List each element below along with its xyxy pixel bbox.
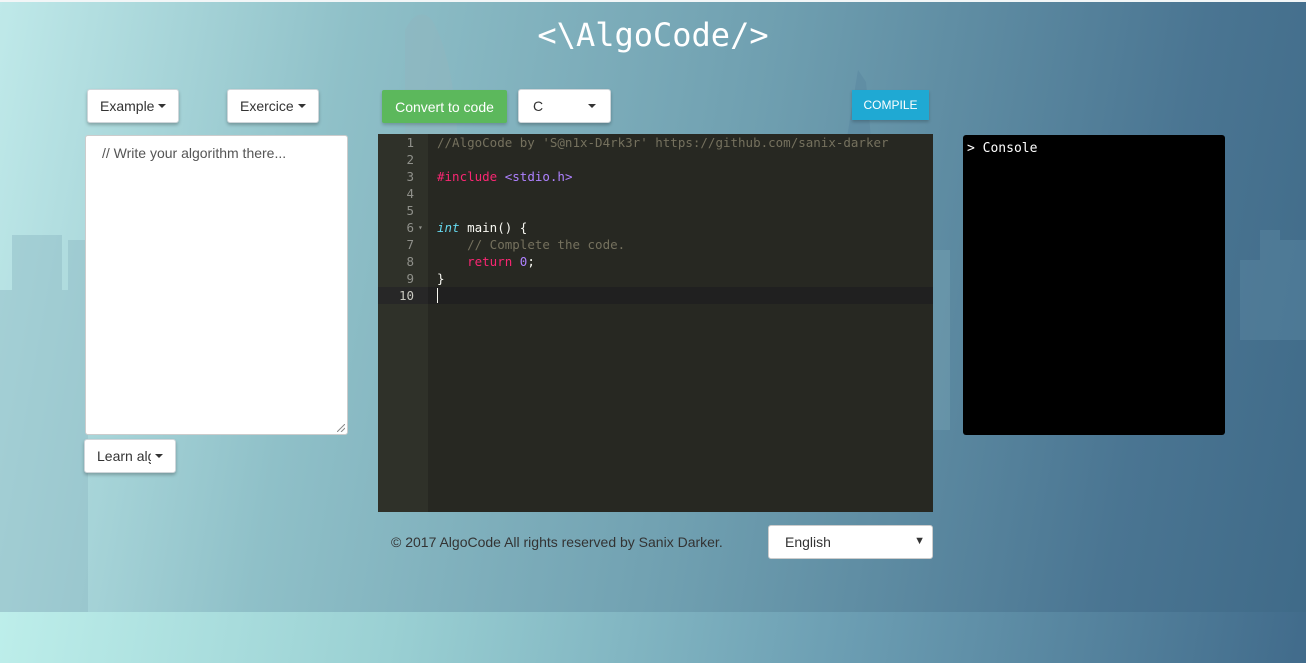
caret-down-icon <box>588 104 596 108</box>
line-number: 8 <box>406 254 414 269</box>
code-line-8: return 0; <box>437 253 535 270</box>
line-number: 7 <box>406 237 414 252</box>
code-line-6: int main() { <box>437 219 527 236</box>
copyright-text: © 2017 AlgoCode All rights reserved by S… <box>391 534 723 550</box>
select-arrow-icon: ▼ <box>914 535 925 547</box>
console-output: > Console <box>963 135 1225 435</box>
code-text: main() { <box>467 220 528 235</box>
line-number: 5 <box>406 203 414 218</box>
line-number: 1 <box>406 135 414 150</box>
code-line-9: } <box>437 270 445 287</box>
line-number: 9 <box>406 271 414 286</box>
line-number: 3 <box>406 169 414 184</box>
code-comment: //AlgoCode by 'S@n1x-D4rk3r' https://git… <box>437 135 889 150</box>
algorithm-textarea[interactable]: // Write your algorithm there... <box>85 135 348 435</box>
convert-to-code-button[interactable]: Convert to code <box>382 90 507 123</box>
learn-label: Learn algorithm <box>97 448 151 464</box>
language-select[interactable]: C <box>518 89 611 123</box>
code-text: ; <box>527 254 535 269</box>
resize-grip-icon[interactable] <box>337 424 345 432</box>
code-line-3: #include <stdio.h> <box>437 168 572 185</box>
exercice-label: Exercice <box>240 98 294 114</box>
ui-language-select[interactable]: English ▼ <box>768 525 933 559</box>
line-number: 2 <box>406 152 414 167</box>
code-library: <stdio.h> <box>504 169 573 184</box>
line-number: 4 <box>406 186 414 201</box>
code-type: int <box>437 220 460 235</box>
caret-down-icon <box>297 104 306 108</box>
algorithm-placeholder: // Write your algorithm there... <box>102 145 287 161</box>
active-line-highlight <box>378 287 933 304</box>
fold-arrow-icon[interactable]: ▾ <box>418 219 423 236</box>
code-directive: #include <box>437 169 498 184</box>
example-label: Example <box>100 98 155 114</box>
exercice-dropdown-button[interactable]: Exercice <box>227 89 319 123</box>
caret-down-icon <box>155 454 163 458</box>
compile-button[interactable]: COMPILE <box>852 90 929 120</box>
top-border <box>0 0 1306 2</box>
code-keyword: return <box>467 254 513 269</box>
code-comment: // Complete the code. <box>467 237 626 252</box>
language-selected-value: C <box>533 98 544 114</box>
ui-language-value: English <box>785 534 831 550</box>
caret-down-icon <box>158 104 167 108</box>
example-dropdown-button[interactable]: Example <box>87 89 179 123</box>
line-number: 10 <box>398 288 414 303</box>
code-text: } <box>437 271 445 286</box>
code-editor[interactable]: 1 2 3 4 5 6 ▾ 7 8 9 10 //AlgoCode by 'S@… <box>378 134 933 512</box>
learn-algorithm-dropdown-button[interactable]: Learn algorithm <box>84 439 176 473</box>
code-line-1: //AlgoCode by 'S@n1x-D4rk3r' https://git… <box>437 134 889 151</box>
code-line-7: // Complete the code. <box>437 236 625 253</box>
app-title: <\AlgoCode/> <box>537 16 769 54</box>
console-text: > Console <box>967 141 1038 156</box>
footer-band <box>0 612 1306 663</box>
line-number: 6 <box>406 220 414 235</box>
text-cursor <box>437 288 438 303</box>
